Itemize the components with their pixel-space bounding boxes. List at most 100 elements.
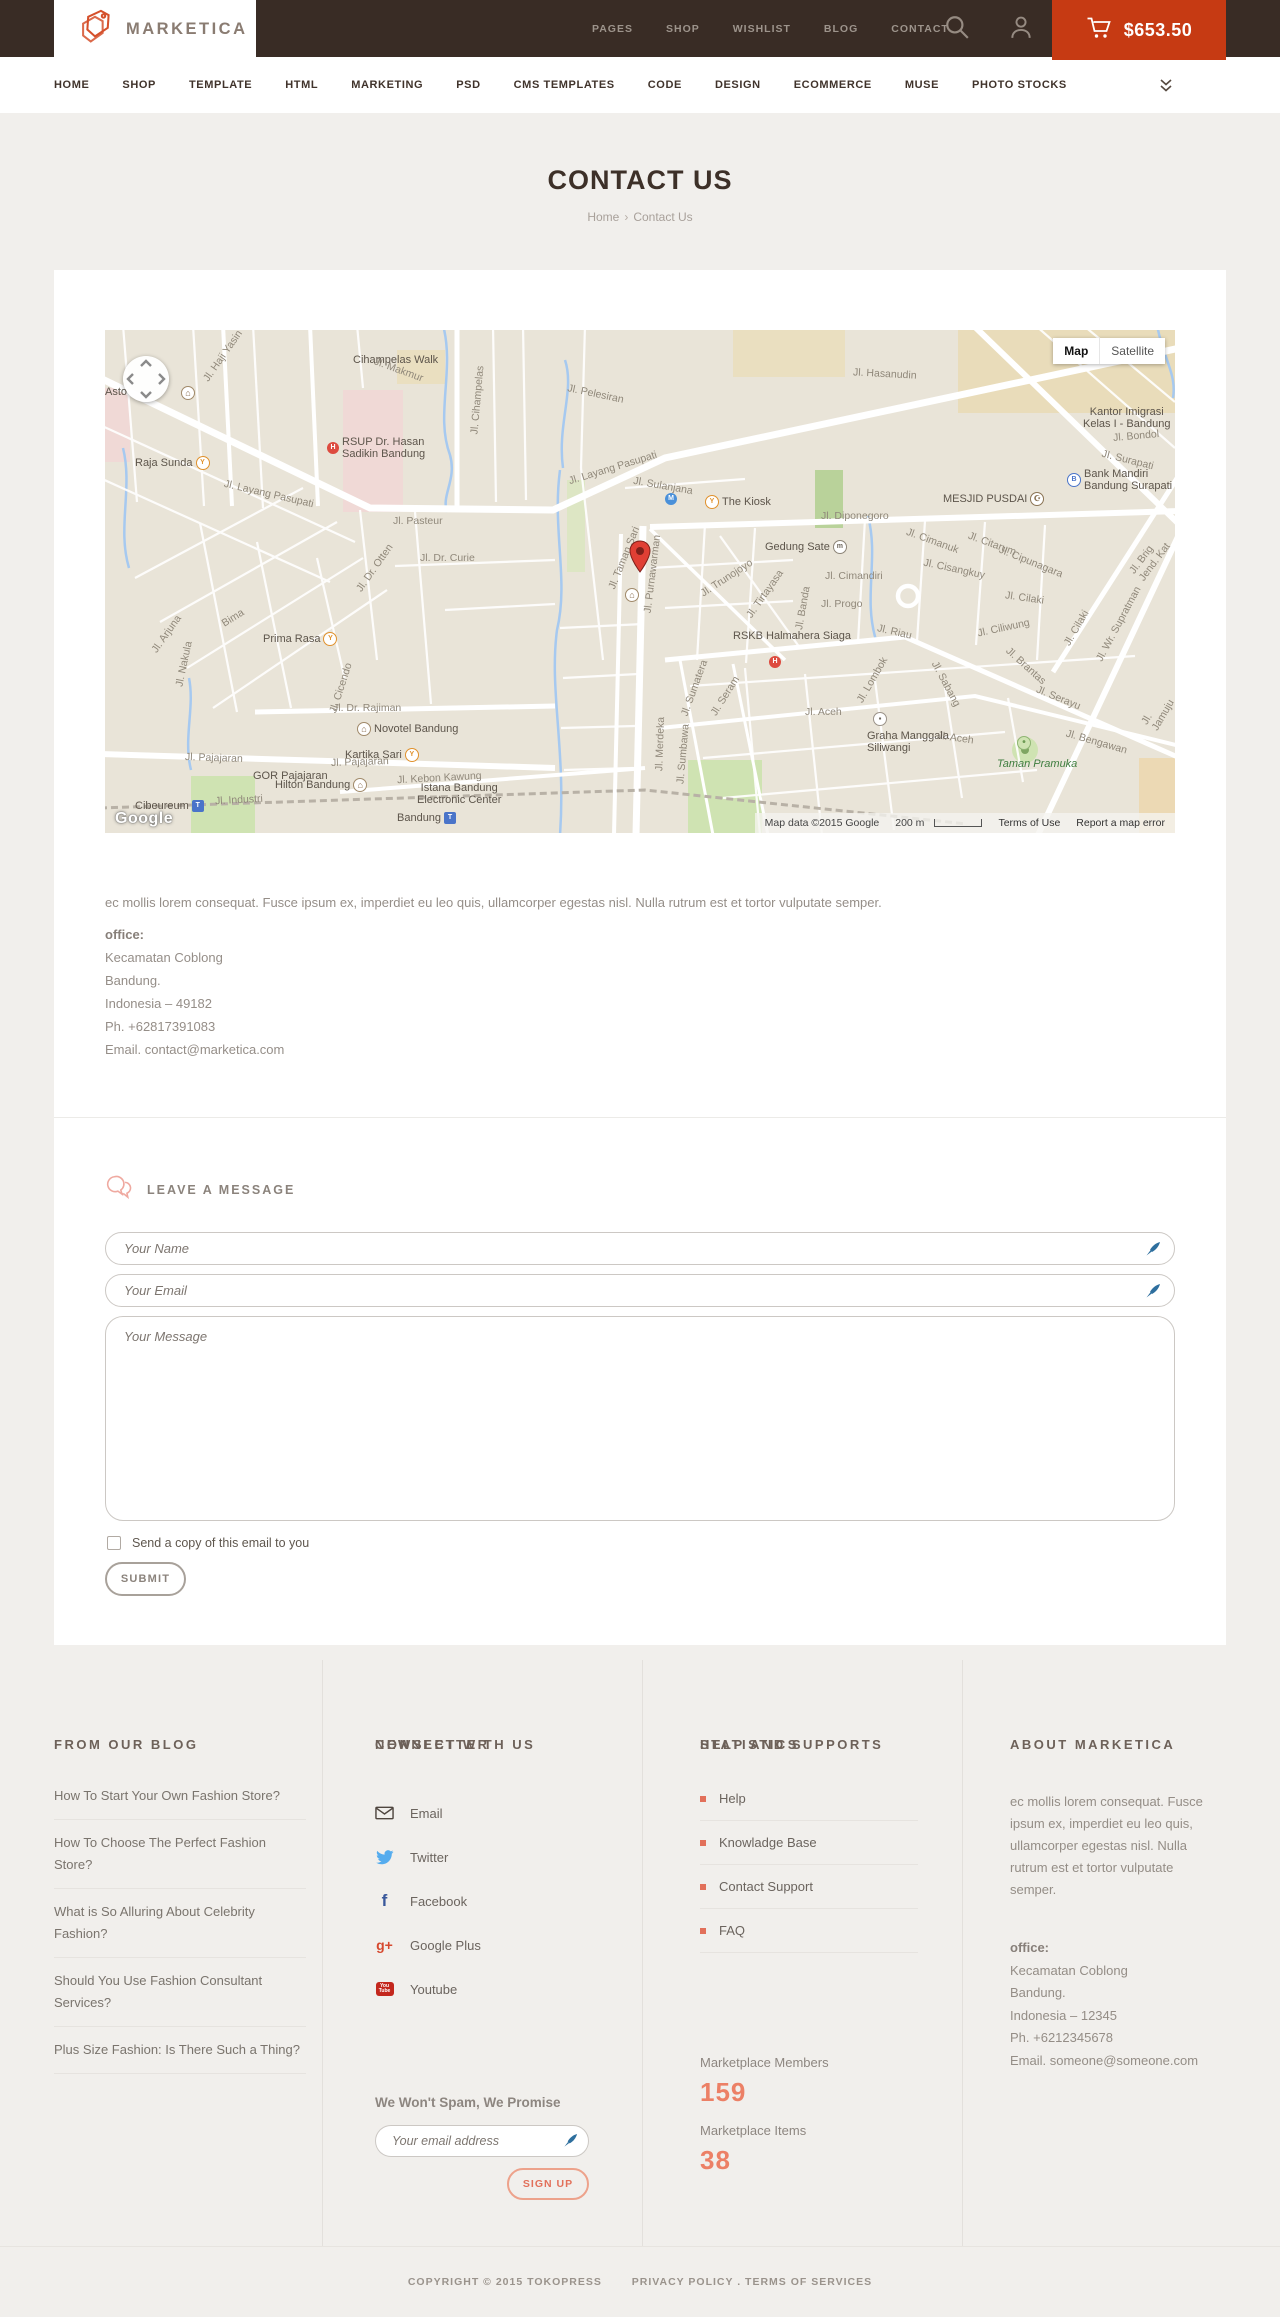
breadcrumb-separator: › <box>624 210 629 224</box>
message-input[interactable] <box>105 1316 1175 1521</box>
breadcrumb-home[interactable]: Home <box>587 210 619 224</box>
map-pan-control[interactable] <box>123 356 169 402</box>
more-categories-button[interactable] <box>1160 79 1172 97</box>
category-nav-item[interactable]: MARKETING <box>351 79 423 91</box>
map-label: Jl. Sumbawa <box>674 724 691 785</box>
address-line: Kecamatan Coblong <box>1010 1962 1128 1978</box>
social-link-email[interactable]: Email <box>375 1791 481 1835</box>
map-label: Jl. Banda <box>793 585 812 630</box>
category-nav: HOME SHOP TEMPLATE HTML MARKETING PSD CMS TEMP… <box>0 57 1280 113</box>
category-nav-item[interactable]: MUSE <box>905 79 939 91</box>
search-icon[interactable] <box>944 14 972 42</box>
bullet-icon <box>700 1883 706 1890</box>
map-label-text: The Kiosk <box>722 496 771 508</box>
map-label: Jl. Pelesiran <box>566 382 624 406</box>
map-label-text: Jl. Bengawan <box>1064 727 1129 757</box>
blog-link[interactable]: How To Start Your Own Fashion Store? <box>54 1773 306 1820</box>
header-nav-item[interactable]: BLOG <box>824 23 858 35</box>
user-icon[interactable] <box>1008 14 1036 42</box>
submit-button[interactable]: SUBMIT <box>105 1562 186 1596</box>
social-link-youtube[interactable]: You Tube Youtube <box>375 1967 481 2011</box>
category-nav-item[interactable]: HOME <box>54 79 89 91</box>
twitter-icon <box>375 1848 394 1867</box>
map-label: Jl. Sabang <box>929 659 963 708</box>
social-link-google-plus[interactable]: g+ Google Plus <box>375 1923 481 1967</box>
help-link[interactable]: Help <box>700 1777 918 1821</box>
map-label: Jl. Diponegoro <box>821 510 889 522</box>
blog-list: How To Start Your Own Fashion Store? How … <box>54 1773 306 2074</box>
category-nav-item[interactable]: PHOTO STOCKS <box>972 79 1067 91</box>
blog-link[interactable]: Should You Use Fashion Consultant Servic… <box>54 1958 306 2027</box>
blog-link[interactable]: Plus Size Fashion: Is There Such a Thing… <box>54 2027 306 2074</box>
category-nav-item[interactable]: SHOP <box>122 79 156 91</box>
cart-button[interactable]: $653.50 <box>1052 0 1226 60</box>
newsletter-email-input[interactable] <box>375 2125 589 2157</box>
map-label: Jl. Lombok <box>854 655 890 705</box>
category-nav-item[interactable]: TEMPLATE <box>189 79 252 91</box>
about-office-block: office: Kecamatan Coblong Bandung. Indon… <box>1010 1937 1198 2072</box>
map-label-text: Jl. Arjuna <box>149 612 184 656</box>
category-nav-item[interactable]: DESIGN <box>715 79 761 91</box>
cart-icon <box>1086 16 1112 45</box>
map-label-text: Jl. Pelesiran <box>566 382 625 406</box>
map-label-text: Jl. Cimanuk <box>904 525 961 557</box>
terms-of-use-link[interactable]: Terms of Use <box>998 817 1060 829</box>
train-map-icon: T <box>191 800 204 812</box>
header-nav-item[interactable]: PAGES <box>592 23 633 35</box>
category-nav-item[interactable]: PSD <box>456 79 480 91</box>
map-label-text: Jl. Cilaki <box>1004 589 1045 607</box>
map-poi-icon: H <box>769 656 781 668</box>
footer-divider <box>322 1660 323 2246</box>
address-line: Indonesia – 49182 <box>105 996 212 1011</box>
map-type-satellite-button[interactable]: Satellite <box>1100 338 1165 364</box>
social-link-facebook[interactable]: f Facebook <box>375 1879 481 1923</box>
copyright-links[interactable]: PRIVACY POLICY . TERMS OF SERVICES <box>632 2276 872 2288</box>
map-label: Raja Sunda Y <box>135 456 210 470</box>
category-nav-item[interactable]: HTML <box>285 79 318 91</box>
help-link[interactable]: Knowladge Base <box>700 1821 918 1865</box>
bullet-icon <box>700 1927 706 1934</box>
social-link-twitter[interactable]: Twitter <box>375 1835 481 1879</box>
map-label-text: Jl. Sabang <box>928 659 963 709</box>
send-copy-checkbox[interactable] <box>107 1536 121 1550</box>
social-link-label: Twitter <box>410 1849 449 1865</box>
office-label: office: <box>1010 1940 1049 1955</box>
map-label: MESJID PUSDAI ☪ <box>943 492 1045 506</box>
map-label: Jl. Jamuju <box>1139 691 1175 732</box>
map-type-map-button[interactable]: Map <box>1053 338 1101 364</box>
google-logo[interactable]: Google <box>115 810 173 828</box>
name-input[interactable] <box>105 1232 1175 1265</box>
map-label: Y The Kiosk <box>705 495 771 509</box>
help-link[interactable]: FAQ <box>700 1909 918 1953</box>
members-label: Marketplace Members <box>700 2055 829 2070</box>
email-input[interactable] <box>105 1274 1175 1307</box>
blog-link[interactable]: What is So Alluring About Celebrity Fash… <box>54 1889 306 1958</box>
google-map[interactable]: Jl. Haji Yasin Jl. Makmur Jl. Pelesiran Jl.… <box>105 330 1175 833</box>
map-poi-icon: ⌂ <box>625 588 639 602</box>
map-label: Jl. Bengawan <box>1065 728 1129 757</box>
map-label: Jl. Seram <box>708 674 742 718</box>
blog-link[interactable]: How To Choose The Perfect Fashion Store? <box>54 1820 306 1889</box>
map-marker-pin[interactable] <box>628 540 652 574</box>
signup-button[interactable]: SIGN UP <box>507 2168 589 2200</box>
header-nav-item[interactable]: SHOP <box>666 23 700 35</box>
brand-tag-icon <box>78 7 112 52</box>
report-map-error-link[interactable]: Report a map error <box>1076 817 1165 829</box>
address-line: Indonesia – 12345 <box>1010 2007 1117 2023</box>
logo[interactable]: MARKETICA <box>54 0 256 59</box>
map-label-text: Jl. Dr. Rajiman <box>333 702 402 714</box>
category-nav-item[interactable]: CODE <box>648 79 682 91</box>
header-nav-item[interactable]: WISHLIST <box>733 23 791 35</box>
contact-page: PAGES SHOP WISHLIST BLOG CONTACT $653.50 <box>0 0 1280 2317</box>
map-label-text: Jl. Nakula <box>173 640 195 688</box>
category-nav-item[interactable]: CMS TEMPLATES <box>514 79 615 91</box>
map-label: Jl. Haji Yasin <box>201 330 245 384</box>
restaurant-map-icon: Y <box>705 495 719 509</box>
map-label: Jl. Riau <box>876 622 913 642</box>
category-nav-item[interactable]: ECOMMERCE <box>794 79 872 91</box>
map-label: Jl. Cilaki <box>1004 589 1044 606</box>
address-line: Ph. +6212345678 <box>1010 2030 1114 2045</box>
address-line: Email. contact@marketica.com <box>105 1042 285 1057</box>
header-nav-item[interactable]: CONTACT <box>891 23 949 35</box>
help-link[interactable]: Contact Support <box>700 1865 918 1909</box>
